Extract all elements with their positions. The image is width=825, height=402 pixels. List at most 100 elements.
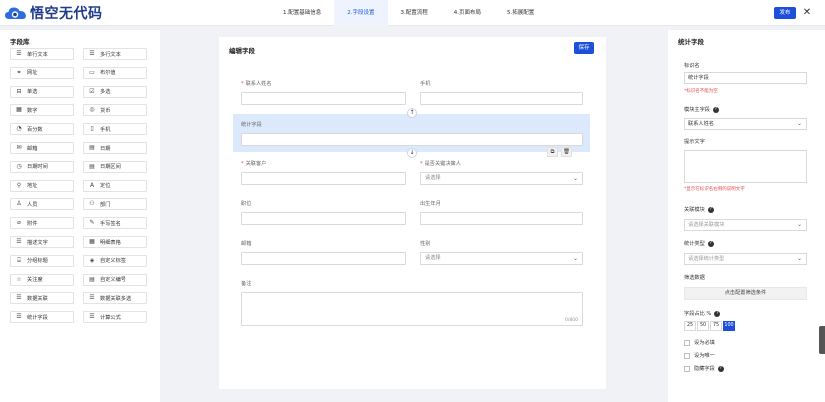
remark-counter: 0/800 — [565, 318, 578, 323]
library-item[interactable]: ☰ 描述文字 — [10, 236, 74, 248]
id-input[interactable]: 统计字段 — [684, 72, 807, 84]
checkbox-icon[interactable] — [684, 339, 690, 346]
module-field-label: 模块主字段? — [684, 106, 719, 113]
remark-textarea[interactable]: 0/800 — [241, 292, 583, 326]
library-item-label: 部门 — [100, 201, 111, 208]
number-icon: ▦ — [16, 106, 22, 114]
library-item-label: 定位 — [100, 183, 111, 190]
required-checkbox[interactable]: 设为必填 — [684, 339, 715, 346]
help-icon[interactable]: ? — [714, 310, 721, 317]
library-item[interactable]: ⊟ 单选 — [10, 85, 74, 98]
currency-icon: ◎ — [89, 106, 95, 114]
tab-step-3[interactable]: 3.配置流程 — [388, 0, 441, 26]
ratio-option-25[interactable]: 25 — [684, 321, 696, 331]
library-item[interactable]: ⚭ 网址 — [10, 66, 74, 79]
key-decider-select[interactable]: 请选择 ⌄ — [420, 172, 583, 185]
library-item[interactable]: ◔ 百分数 — [10, 123, 74, 136]
birth-input[interactable] — [420, 212, 583, 225]
library-item[interactable]: ⚇ 部门 — [83, 198, 147, 211]
library-item[interactable]: ☰ 单行文本 — [10, 48, 74, 60]
phone-input[interactable] — [420, 92, 583, 105]
tab-step-2[interactable]: 2.字段设置 — [334, 0, 388, 26]
help-icon[interactable]: ? — [717, 365, 724, 372]
relation-module-select[interactable]: 请选择关联模块 ⌄ — [684, 219, 807, 231]
library-item[interactable]: ◷ 日期时间 — [10, 160, 74, 173]
unique-checkbox[interactable]: 设为唯一 — [684, 352, 715, 359]
copy-icon[interactable]: ⧉ — [547, 147, 558, 157]
email-input[interactable] — [241, 252, 406, 265]
library-item[interactable]: ▤ 自定义编号 — [83, 273, 147, 286]
field-library-panel: 字段库 ☰ 单行文本 ☰ 多行文本 ⚭ 网址 ▭ 布尔值 ⊟ 单选 ☑ 多选 ▦ 数字 ◎ 货币 ◔ 百分数 ▯ 手机… — [0, 30, 160, 402]
ratio-option-75[interactable]: 75 — [710, 321, 722, 331]
brand-name: 悟空无代码 — [30, 6, 103, 22]
filter-config-button[interactable]: 点击配置筛选条件 — [684, 287, 807, 300]
library-item[interactable]: ☰ 数据关联 — [10, 292, 74, 305]
tag-icon: ◈ — [89, 256, 95, 264]
customer-label: * 关联客户 — [241, 161, 267, 167]
help-icon[interactable]: ? — [712, 106, 719, 113]
library-item-label: 关注度 — [27, 277, 43, 284]
module-field-select[interactable]: 联系人姓名 ⌄ — [684, 118, 807, 130]
library-item[interactable]: A 定位 — [83, 179, 147, 192]
library-item[interactable]: ▦ 数字 — [10, 104, 74, 117]
library-item[interactable]: ▤ 日期 — [83, 142, 147, 154]
checkbox-icon[interactable] — [684, 365, 690, 372]
step-tabs: 1.配置基础信息 2.字段设置 3.配置流程 4.页面布局 5.拓展配置 — [270, 0, 547, 26]
hidden-checkbox[interactable]: 隐藏字段? — [684, 365, 724, 372]
contact-name-label: * 联系人姓名 — [241, 81, 272, 87]
stat-type-select[interactable]: 请选择统计类型 ⌄ — [684, 253, 807, 265]
library-item-label: 手机 — [100, 126, 111, 133]
library-item[interactable]: ☰ 数据关联多选 — [83, 292, 147, 305]
library-item[interactable]: ☑ 多选 — [83, 85, 147, 98]
tab-step-5[interactable]: 5.拓展配置 — [494, 0, 547, 26]
library-item[interactable]: ⚲ 地址 — [10, 179, 74, 192]
library-item[interactable]: ▦ 明细表格 — [83, 236, 147, 248]
contact-name-input[interactable] — [241, 92, 406, 105]
library-item[interactable]: ✉ 邮箱 — [10, 142, 74, 154]
statistic-field-input[interactable] — [241, 133, 583, 146]
properties-title: 统计字段 — [678, 38, 704, 46]
gender-select[interactable]: 请选择 ⌄ — [420, 252, 583, 265]
tab-step-1[interactable]: 1.配置基础信息 — [270, 0, 334, 26]
ratio-option-50[interactable]: 50 — [697, 321, 709, 331]
top-bar: 悟空无代码 1.配置基础信息 2.字段设置 3.配置流程 4.页面布局 5.拓展… — [0, 0, 825, 26]
library-item[interactable]: ☰ 统计字段 — [10, 311, 74, 324]
save-button[interactable]: 保存 — [574, 42, 594, 54]
library-item[interactable]: ◎ 货币 — [83, 104, 147, 117]
table-icon: ▦ — [89, 238, 95, 245]
library-item[interactable]: ♙ 人员 — [10, 198, 74, 211]
delete-icon[interactable]: 🗑 — [561, 147, 572, 157]
tab-step-4[interactable]: 4.页面布局 — [441, 0, 494, 26]
library-item[interactable]: ▤ 日期区间 — [83, 160, 147, 173]
library-item[interactable]: ☆ 关注度 — [10, 273, 74, 286]
publish-button[interactable]: 发布 — [774, 7, 796, 19]
library-item[interactable]: ⌹ 分组标题 — [10, 254, 74, 267]
prompt-textarea[interactable] — [684, 150, 807, 183]
customer-input[interactable] — [241, 172, 406, 185]
library-item[interactable]: ☰ 计算公式 — [83, 311, 147, 324]
form-editor-panel: 编辑字段 保存 * 联系人姓名 手机 ↑ 统计字段 ↓ ⧉ 🗑 * 关联客户 * 是否… — [219, 37, 606, 389]
statistic-icon: ☰ — [16, 313, 22, 321]
side-drawer-handle[interactable] — [819, 326, 825, 354]
move-down-icon[interactable]: ↓ — [407, 148, 417, 158]
ratio-option-100[interactable]: 100 — [723, 321, 735, 331]
prompt-hint: *显示在标识名右侧的说明文字 — [684, 187, 745, 192]
cloud-logo-icon — [4, 5, 28, 21]
move-up-icon[interactable]: ↑ — [407, 108, 417, 118]
position-input[interactable] — [241, 212, 406, 225]
library-item[interactable]: ◈ 自定义标签 — [83, 254, 147, 267]
library-item-label: 明细表格 — [100, 239, 121, 246]
help-icon[interactable]: ? — [707, 240, 714, 247]
user-icon: ♙ — [16, 200, 22, 208]
id-label: 标识名 — [684, 63, 700, 69]
close-icon[interactable]: ✕ — [802, 7, 812, 19]
library-item[interactable]: ☰ 多行文本 — [83, 48, 147, 60]
library-item[interactable]: ⌀ 附件 — [10, 217, 74, 230]
library-item[interactable]: ▯ 手机 — [83, 123, 147, 136]
prompt-label: 提示文字 — [684, 139, 705, 145]
library-item[interactable]: ✎ 手写签名 — [83, 217, 147, 230]
datetime-icon: ◷ — [16, 162, 22, 170]
checkbox-icon[interactable] — [684, 352, 690, 359]
library-item[interactable]: ▭ 布尔值 — [83, 66, 147, 79]
help-icon[interactable]: ? — [707, 206, 714, 213]
